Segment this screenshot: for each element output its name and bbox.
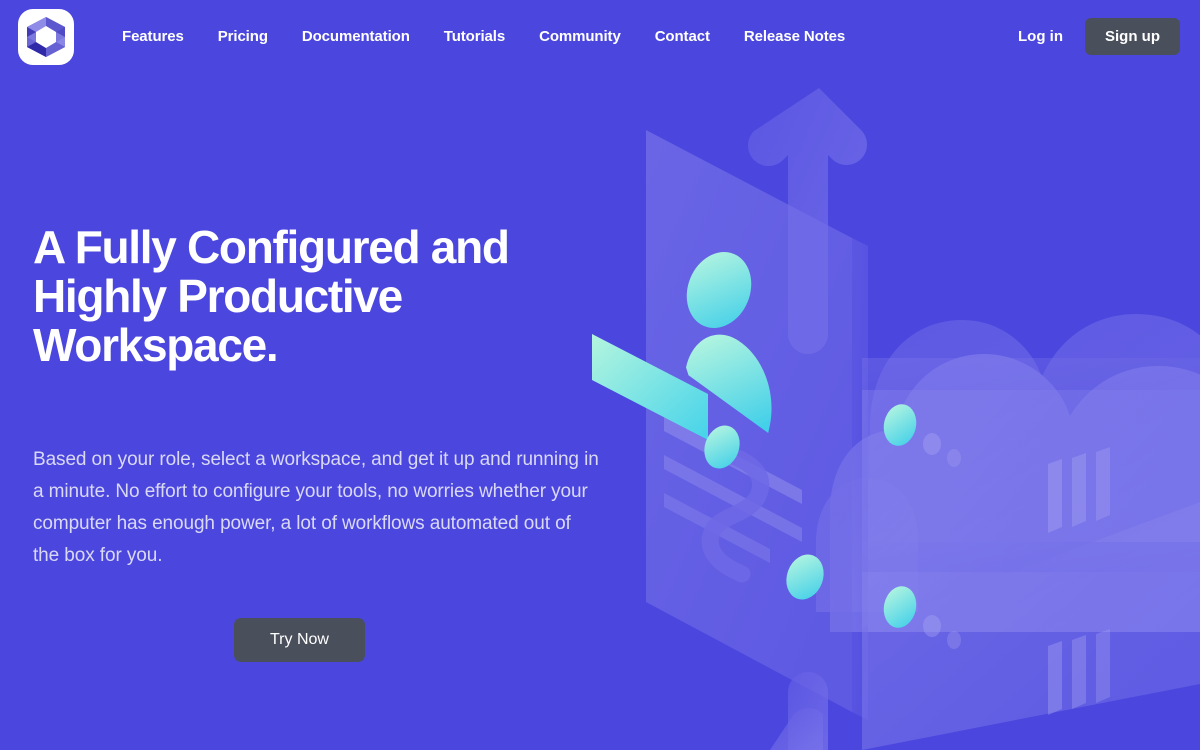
isometric-cloud-workspace-illustration — [580, 72, 1200, 750]
nav-links: Features Pricing Documentation Tutorials… — [122, 28, 845, 46]
up-arrow — [748, 88, 867, 354]
brand-logo[interactable] — [18, 8, 74, 65]
cloud-cluster — [816, 314, 1200, 632]
nav-item: Community — [539, 28, 621, 46]
hero-cta-row: Try Now — [33, 618, 660, 662]
nav-actions: Log in Sign up — [1010, 18, 1180, 55]
nav-link-documentation[interactable]: Documentation — [302, 28, 410, 45]
hero-description: Based on your role, select a workspace, … — [33, 449, 599, 566]
hexagon-prism-logo-icon — [27, 16, 65, 57]
nav-item: Tutorials — [444, 28, 505, 46]
try-now-button[interactable]: Try Now — [234, 618, 365, 662]
link-connector — [701, 425, 824, 600]
nav-item: Documentation — [302, 28, 410, 46]
server-rack-upper — [862, 358, 1200, 628]
nav-link-release-notes[interactable]: Release Notes — [744, 28, 845, 45]
hero-title: A Fully Configured and Highly Productive… — [33, 221, 510, 371]
nav-item: Contact — [655, 28, 710, 46]
signup-button[interactable]: Sign up — [1085, 18, 1180, 55]
down-arrow — [770, 672, 828, 750]
main-navbar: Features Pricing Documentation Tutorials… — [0, 0, 1200, 73]
nav-item: Release Notes — [744, 28, 845, 46]
hero-section: A Fully Configured and Highly Productive… — [0, 73, 660, 662]
nav-item: Pricing — [218, 28, 268, 46]
landing-page: Features Pricing Documentation Tutorials… — [0, 0, 1200, 750]
nav-link-pricing[interactable]: Pricing — [218, 28, 268, 45]
nav-link-community[interactable]: Community — [539, 28, 621, 45]
profile-card — [646, 130, 868, 720]
server-rack-lower — [862, 542, 1200, 750]
nav-item: Features — [122, 28, 184, 46]
nav-link-features[interactable]: Features — [122, 28, 184, 45]
nav-link-contact[interactable]: Contact — [655, 28, 710, 45]
nav-link-tutorials[interactable]: Tutorials — [444, 28, 505, 45]
login-link[interactable]: Log in — [1010, 22, 1071, 51]
user-avatar-glyph — [686, 252, 772, 434]
